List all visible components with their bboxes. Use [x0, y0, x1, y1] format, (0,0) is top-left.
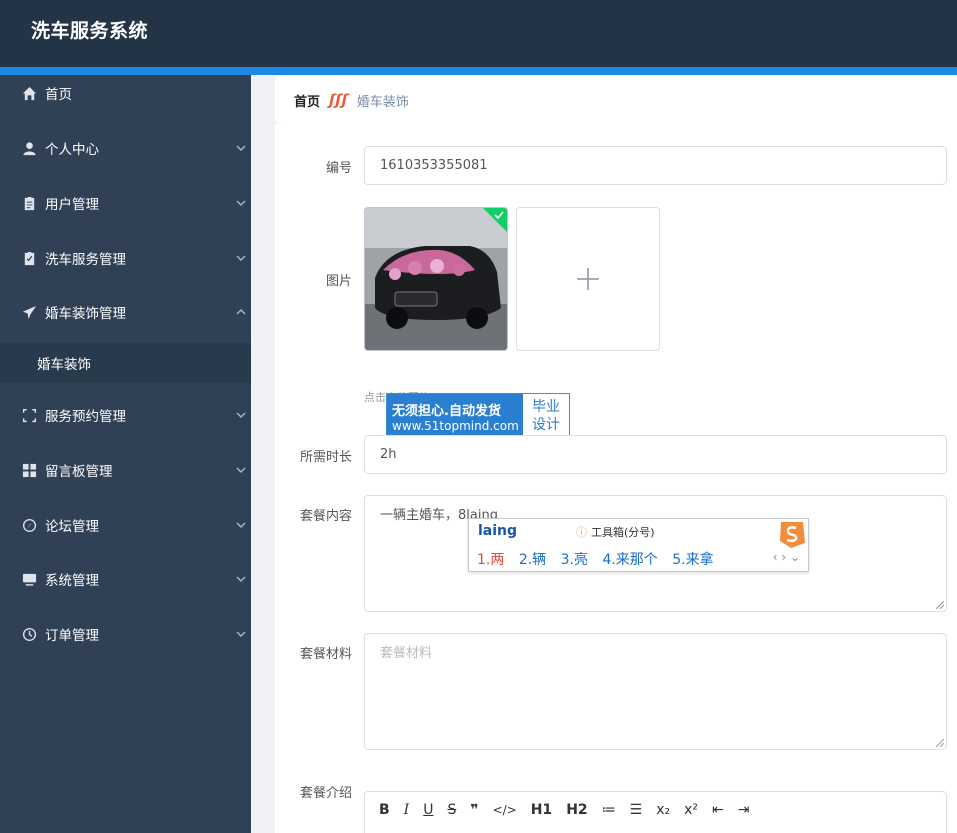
bold-button[interactable]: B — [379, 802, 390, 818]
material-label: 套餐材料 — [299, 647, 352, 662]
sidebar-item-label: 个人中心 — [45, 142, 99, 158]
indent-button[interactable]: ⇥ — [738, 802, 750, 818]
home-icon — [20, 84, 38, 102]
chevron-down-icon — [236, 463, 246, 474]
ime-toolbox[interactable]: ⓘ 工具箱(分号) — [576, 524, 655, 540]
frame-icon — [20, 406, 38, 424]
sidebar-subitem-label: 婚车装饰 — [37, 357, 91, 373]
number-field[interactable]: 1610353355081 — [364, 146, 947, 185]
send-icon — [20, 303, 38, 321]
sidebar-item-label: 论坛管理 — [45, 519, 99, 535]
content-label: 套餐内容 — [299, 509, 352, 524]
subscript-button[interactable]: x₂ — [656, 802, 670, 818]
heading2-button[interactable]: H2 — [566, 802, 587, 818]
watermark-line2: www.51topmind.com — [392, 418, 519, 433]
ime-candidates: 1.两 2.辆 3.亮 4.来那个 5.来拿 — [477, 549, 724, 569]
watermark-line1: 无须担心.自动发货 — [392, 403, 501, 419]
ime-candidate-popup: laing ⓘ 工具箱(分号) 1.两 2.辆 3.亮 4.来那个 5.来拿 ‹ … — [468, 518, 809, 572]
sidebar-subitem-wedding-decor[interactable]: 婚车装饰 — [0, 343, 251, 383]
ime-candidate[interactable]: 3.亮 — [561, 552, 588, 568]
sidebar-item-label: 系统管理 — [45, 573, 99, 589]
sidebar-item-forum[interactable]: 论坛管理 — [0, 505, 251, 545]
rich-text-toolbar: B I U S ❞ </> H1 H2 ≔ ☰ x₂ x² ⇤ ⇥ — [364, 791, 947, 833]
ime-candidate[interactable]: 4.来那个 — [602, 552, 657, 568]
code-block-button[interactable]: </> — [493, 803, 517, 817]
number-label: 编号 — [325, 161, 352, 176]
ordered-list-button[interactable]: ≔ — [602, 802, 616, 818]
clipboard-icon — [20, 194, 38, 212]
bullet-list-button[interactable]: ☰ — [630, 802, 643, 818]
sidebar-item-personal[interactable]: 个人中心 — [0, 128, 251, 168]
ime-page-arrows-icon[interactable]: ‹ › ⌄ — [773, 550, 800, 564]
ime-pinyin: laing — [478, 523, 518, 539]
sidebar-item-users[interactable]: 用户管理 — [0, 183, 251, 223]
chevron-up-icon — [236, 305, 246, 315]
sogou-logo-icon — [780, 522, 805, 548]
duration-label: 所需时长 — [299, 450, 352, 465]
upload-add-button[interactable] — [516, 207, 660, 351]
intro-label: 套餐介绍 — [299, 786, 352, 801]
checklist-icon — [20, 249, 38, 267]
uploaded-image-thumbnail[interactable] — [364, 207, 508, 351]
clock-icon — [20, 625, 38, 643]
sidebar-item-label: 洗车服务管理 — [45, 252, 126, 268]
breadcrumb-separator-icon: ʃʃʃ — [329, 91, 348, 109]
sidebar-item-label: 留言板管理 — [45, 464, 113, 480]
duration-value: 2h — [380, 447, 397, 462]
watermark-right1: 毕业 — [532, 399, 560, 415]
grid-icon — [20, 461, 38, 479]
ime-candidate[interactable]: 5.来拿 — [672, 552, 713, 568]
compass-icon — [20, 516, 38, 534]
number-value: 1610353355081 — [380, 158, 488, 173]
top-header: 洗车服务系统 — [0, 0, 957, 67]
monitor-icon — [20, 570, 38, 588]
info-icon: ⓘ — [576, 526, 587, 539]
resize-handle-icon[interactable] — [936, 739, 944, 747]
sidebar-item-label: 用户管理 — [45, 197, 99, 213]
sidebar-item-label: 婚车装饰管理 — [45, 306, 126, 322]
chevron-down-icon — [236, 408, 246, 419]
chevron-down-icon — [236, 518, 246, 529]
ime-toolbox-label: 工具箱(分号) — [591, 526, 655, 539]
sidebar-item-system[interactable]: 系统管理 — [0, 559, 251, 599]
sidebar-item-label: 订单管理 — [45, 628, 99, 644]
sidebar-item-wedding-car[interactable]: 婚车装饰管理 — [0, 292, 251, 332]
ime-candidate[interactable]: 1.两 — [477, 552, 504, 568]
chevron-down-icon — [236, 251, 246, 262]
sidebar-item-label: 服务预约管理 — [45, 409, 126, 425]
chevron-down-icon — [236, 196, 246, 207]
watermark-badge: 无须担心.自动发货 www.51topmind.com 毕业 设计 — [386, 393, 570, 439]
underline-button[interactable]: U — [423, 802, 433, 818]
chevron-down-icon — [236, 627, 246, 638]
strikethrough-button[interactable]: S — [447, 802, 456, 818]
breadcrumb: 首页 ʃʃʃ 婚车装饰 — [275, 76, 957, 124]
sidebar-item-carwash[interactable]: 洗车服务管理 — [0, 238, 251, 278]
sidebar: 首页 个人中心 用户管理 洗车服务管理 婚车装饰管理 婚车装饰 服务预约管理 留… — [0, 75, 251, 833]
sidebar-item-messages[interactable]: 留言板管理 — [0, 450, 251, 490]
material-textarea[interactable]: 套餐材料 — [364, 633, 947, 750]
image-label: 图片 — [325, 274, 352, 289]
duration-field[interactable]: 2h — [364, 435, 947, 474]
outdent-button[interactable]: ⇤ — [712, 802, 724, 818]
sidebar-item-orders[interactable]: 订单管理 — [0, 614, 251, 654]
blockquote-button[interactable]: ❞ — [470, 802, 478, 818]
sidebar-item-label: 首页 — [45, 87, 72, 103]
breadcrumb-current: 婚车装饰 — [356, 94, 409, 110]
superscript-button[interactable]: x² — [684, 802, 698, 818]
watermark-right2: 设计 — [532, 417, 560, 433]
breadcrumb-home[interactable]: 首页 — [294, 91, 320, 110]
app-title: 洗车服务系统 — [31, 20, 149, 42]
resize-handle-icon[interactable] — [936, 601, 944, 609]
sidebar-item-home[interactable]: 首页 — [0, 73, 251, 113]
chevron-down-icon — [236, 572, 246, 583]
material-placeholder: 套餐材料 — [380, 646, 433, 661]
ime-candidate[interactable]: 2.辆 — [519, 552, 546, 568]
sidebar-item-booking[interactable]: 服务预约管理 — [0, 395, 251, 435]
success-check-icon — [483, 208, 507, 232]
heading1-button[interactable]: H1 — [531, 802, 552, 818]
user-icon — [20, 139, 38, 157]
italic-button[interactable]: I — [404, 802, 410, 818]
plus-icon — [577, 268, 599, 290]
chevron-down-icon — [236, 141, 246, 152]
